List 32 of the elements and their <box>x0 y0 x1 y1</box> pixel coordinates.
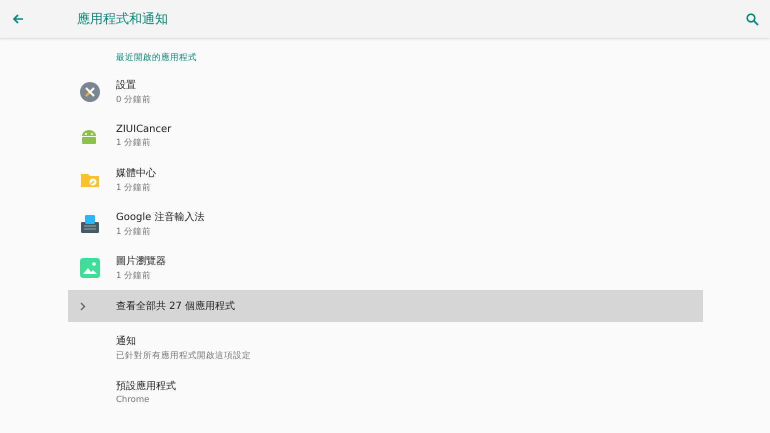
last-opened-time: 0 分鐘前 <box>116 94 152 106</box>
chevron-icon <box>80 302 86 310</box>
app-item[interactable]: 設置 0 分鐘前 <box>68 70 703 114</box>
android-icon <box>80 127 98 145</box>
last-opened-time: 1 分鐘前 <box>116 226 152 238</box>
last-opened-time: 1 分鐘前 <box>116 136 152 148</box>
app-name: Google 注音輸入法 <box>116 210 204 224</box>
setting-summary: 已針對所有應用程式開啟這項設定 <box>116 350 251 362</box>
app-item[interactable]: Google 注音輸入法 1 分鐘前 <box>68 202 703 246</box>
folder-icon <box>80 171 100 189</box>
app-name: ZIUICancer <box>116 124 172 134</box>
app-name: 設置 <box>116 78 137 92</box>
page-title: 應用程式和通知 <box>77 11 169 28</box>
app-item[interactable]: ZIUICancer 1 分鐘前 <box>68 114 703 158</box>
see-all-label: 查看全部共 27 個應用程式 <box>116 300 236 313</box>
section-heading: 最近開啟的應用程式 <box>116 52 197 64</box>
tools-icon <box>80 82 100 102</box>
image-icon <box>80 258 100 278</box>
app-name: 媒體中心 <box>116 166 156 180</box>
setting-summary: Chrome <box>116 395 150 405</box>
settings-item[interactable]: 預設應用程式 Chrome <box>68 370 703 414</box>
search-button[interactable] <box>744 11 760 27</box>
app-item[interactable]: 圖片瀏覽器 1 分鐘前 <box>68 246 703 290</box>
settings-item[interactable]: 通知 已針對所有應用程式開啟這項設定 <box>68 326 703 370</box>
see-all-apps-item[interactable]: 查看全部共 27 個應用程式 <box>68 290 703 322</box>
setting-title: 預設應用程式 <box>116 380 176 393</box>
setting-title: 通知 <box>116 334 137 348</box>
app-name: 圖片瀏覽器 <box>116 254 166 268</box>
keyboard-icon <box>80 214 100 234</box>
app-item[interactable]: 媒體中心 1 分鐘前 <box>68 158 703 202</box>
last-opened-time: 1 分鐘前 <box>116 182 152 194</box>
last-opened-time: 1 分鐘前 <box>116 270 152 282</box>
